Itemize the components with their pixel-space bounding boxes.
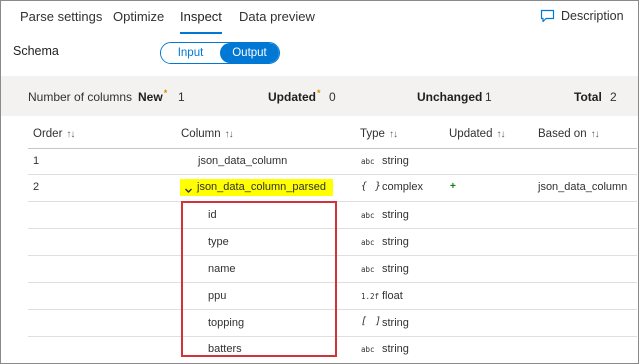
tab-optimize[interactable]: Optimize (113, 9, 164, 24)
callout-box (181, 201, 337, 357)
tab-bar: Parse settings Optimize Inspect Data pre… (0, 0, 637, 34)
header-updated[interactable]: Updated ↑↓ (449, 128, 505, 140)
updated-star-icon: * (317, 88, 321, 98)
child-type: float (382, 290, 403, 302)
summary-updated-value: 0 (329, 90, 336, 104)
child-type: string (382, 343, 409, 355)
sort-icon: ↑↓ (496, 128, 505, 140)
row-type: string (382, 155, 409, 167)
header-based-on[interactable]: Based on ↑↓ (538, 128, 600, 140)
string-type-icon: abc (361, 211, 375, 220)
summary-unchanged-label: Unchanged (417, 90, 483, 104)
tab-parse-settings[interactable]: Parse settings (20, 9, 102, 24)
tab-inspect[interactable]: Inspect (180, 9, 222, 24)
row-order: 1 (33, 155, 40, 167)
column-summary-bar: Number of columns New* 1 Updated* 0 Unch… (1, 76, 638, 116)
summary-new-value: 1 (178, 90, 185, 104)
row-divider (28, 174, 637, 175)
sort-icon: ↑↓ (590, 128, 600, 140)
string-type-icon: abc (361, 238, 375, 247)
child-type: string (382, 236, 409, 248)
input-output-toggle[interactable]: Input Output (160, 42, 280, 64)
row-column-name: json_data_column (198, 155, 288, 167)
complex-type-icon: { } (361, 181, 383, 192)
summary-count-label: Number of columns (28, 90, 133, 104)
summary-total-label: Total (574, 90, 602, 104)
sort-icon: ↑↓ (224, 128, 234, 140)
active-tab-indicator (180, 32, 222, 34)
array-type-icon: [ ] (361, 316, 383, 327)
chevron-down-icon[interactable] (184, 182, 193, 200)
comment-icon (540, 9, 555, 23)
description-label: Description (561, 9, 624, 23)
sort-icon: ↑↓ (388, 128, 398, 140)
child-type: string (382, 209, 409, 221)
toggle-input[interactable]: Input (161, 43, 220, 63)
float-type-icon: 1.2f (361, 292, 380, 301)
string-type-icon: abc (361, 265, 375, 274)
row-order: 2 (33, 181, 40, 193)
child-type: string (382, 317, 409, 329)
string-type-icon: abc (361, 345, 375, 354)
header-column[interactable]: Column ↑↓ (181, 128, 234, 140)
header-type[interactable]: Type ↑↓ (360, 128, 398, 140)
summary-new-label: New* (138, 88, 168, 104)
description-button[interactable]: Description (540, 7, 624, 25)
child-type: string (382, 263, 409, 275)
summary-unchanged-value: 1 (485, 90, 492, 104)
schema-label: Schema (13, 44, 59, 58)
string-type-icon: abc (361, 157, 375, 166)
sort-icon: ↑↓ (66, 128, 75, 140)
header-order[interactable]: Order ↑↓ (33, 128, 75, 140)
row-column-name: json_data_column_parsed (197, 181, 327, 193)
new-star-icon: * (163, 88, 168, 98)
tab-data-preview[interactable]: Data preview (239, 9, 315, 24)
header-divider (28, 148, 637, 149)
row-based-on: json_data_column (538, 181, 628, 193)
summary-total-value: 2 (610, 90, 617, 104)
row-type: complex (382, 181, 423, 193)
added-indicator: + (450, 181, 456, 192)
summary-updated-label: Updated* (268, 88, 321, 104)
toggle-output[interactable]: Output (220, 43, 279, 63)
